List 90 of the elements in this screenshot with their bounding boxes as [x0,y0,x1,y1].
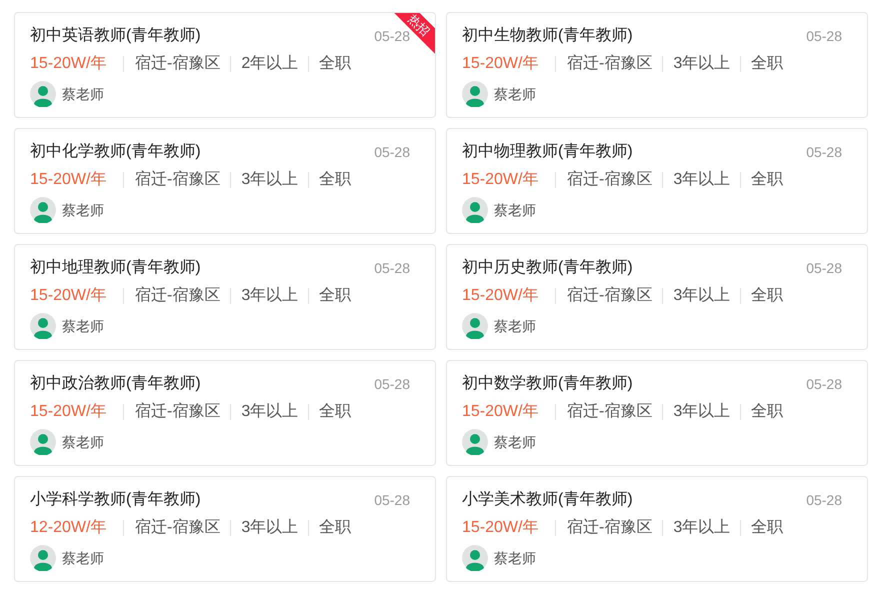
salary: 12-20W/年 [30,518,108,538]
contact-name: 蔡老师 [494,548,536,568]
job-title: 小学美术教师(青年教师) [462,490,633,510]
job-title: 初中政治教师(青年教师) [30,374,201,394]
avatar-icon [30,81,56,107]
salary: 15-20W/年 [462,518,540,538]
job-type: 全职 [319,402,352,422]
job-card[interactable]: 初中政治教师(青年教师) 05-28 15-20W/年 宿迁-宿豫区 3年以上 全职 蔡老师 [14,360,436,466]
job-type: 全职 [751,402,784,422]
job-card[interactable]: 初中数学教师(青年教师) 05-28 15-20W/年 宿迁-宿豫区 3年以上 全职 蔡老师 [446,360,868,466]
post-date: 05-28 [806,374,842,394]
experience: 3年以上 [673,170,730,190]
post-date: 05-28 [806,258,842,278]
avatar-icon [462,313,488,339]
job-title: 初中地理教师(青年教师) [30,258,201,278]
post-date: 05-28 [806,142,842,162]
experience: 3年以上 [673,402,730,422]
job-card[interactable]: 初中生物教师(青年教师) 05-28 15-20W/年 宿迁-宿豫区 3年以上 全职 蔡老师 [446,12,868,118]
salary: 15-20W/年 [30,402,108,422]
job-title: 小学科学教师(青年教师) [30,490,201,510]
experience: 3年以上 [673,54,730,74]
salary: 15-20W/年 [30,286,108,306]
location: 宿迁-宿豫区 [567,286,652,306]
avatar-icon [462,545,488,571]
location: 宿迁-宿豫区 [135,518,220,538]
experience: 3年以上 [241,518,298,538]
job-type: 全职 [751,54,784,74]
experience: 3年以上 [241,402,298,422]
experience: 3年以上 [673,518,730,538]
job-type: 全职 [751,286,784,306]
salary: 15-20W/年 [30,54,108,74]
location: 宿迁-宿豫区 [135,286,220,306]
job-card[interactable]: 初中化学教师(青年教师) 05-28 15-20W/年 宿迁-宿豫区 3年以上 全职 蔡老师 [14,128,436,234]
post-date: 05-28 [374,490,410,510]
contact-name: 蔡老师 [62,548,104,568]
post-date: 05-28 [374,258,410,278]
contact-name: 蔡老师 [494,316,536,336]
job-title: 初中历史教师(青年教师) [462,258,633,278]
location: 宿迁-宿豫区 [135,402,220,422]
avatar-icon [462,429,488,455]
post-date: 05-28 [806,26,842,46]
job-card[interactable]: 初中历史教师(青年教师) 05-28 15-20W/年 宿迁-宿豫区 3年以上 全职 蔡老师 [446,244,868,350]
job-title: 初中英语教师(青年教师) [30,26,201,46]
experience: 3年以上 [673,286,730,306]
location: 宿迁-宿豫区 [567,54,652,74]
job-title: 初中数学教师(青年教师) [462,374,633,394]
experience: 3年以上 [241,170,298,190]
salary: 15-20W/年 [462,402,540,422]
job-card[interactable]: 初中物理教师(青年教师) 05-28 15-20W/年 宿迁-宿豫区 3年以上 全职 蔡老师 [446,128,868,234]
job-card[interactable]: 初中地理教师(青年教师) 05-28 15-20W/年 宿迁-宿豫区 3年以上 全职 蔡老师 [14,244,436,350]
job-card[interactable]: 小学美术教师(青年教师) 05-28 15-20W/年 宿迁-宿豫区 3年以上 全职 蔡老师 [446,476,868,582]
location: 宿迁-宿豫区 [135,54,220,74]
job-card[interactable]: 小学科学教师(青年教师) 05-28 12-20W/年 宿迁-宿豫区 3年以上 全职 蔡老师 [14,476,436,582]
location: 宿迁-宿豫区 [567,518,652,538]
avatar-icon [462,197,488,223]
salary: 15-20W/年 [462,286,540,306]
salary: 15-20W/年 [30,170,108,190]
experience: 3年以上 [241,286,298,306]
location: 宿迁-宿豫区 [567,170,652,190]
salary: 15-20W/年 [462,170,540,190]
contact-name: 蔡老师 [62,316,104,336]
avatar-icon [462,81,488,107]
job-title: 初中物理教师(青年教师) [462,142,633,162]
contact-name: 蔡老师 [494,84,536,104]
job-card[interactable]: 热招 初中英语教师(青年教师) 05-28 15-20W/年 宿迁-宿豫区 2年以上 全职 蔡老师 [14,12,436,118]
post-date: 05-28 [806,490,842,510]
post-date: 05-28 [374,142,410,162]
location: 宿迁-宿豫区 [567,402,652,422]
contact-name: 蔡老师 [62,432,104,452]
avatar-icon [30,545,56,571]
job-type: 全职 [319,518,352,538]
job-type: 全职 [751,170,784,190]
job-type: 全职 [751,518,784,538]
salary: 15-20W/年 [462,54,540,74]
avatar-icon [30,429,56,455]
job-type: 全职 [319,54,352,74]
contact-name: 蔡老师 [62,84,104,104]
post-date: 05-28 [374,374,410,394]
job-title: 初中化学教师(青年教师) [30,142,201,162]
job-title: 初中生物教师(青年教师) [462,26,633,46]
job-type: 全职 [319,170,352,190]
avatar-icon [30,197,56,223]
contact-name: 蔡老师 [62,200,104,220]
post-date: 05-28 [374,28,410,46]
location: 宿迁-宿豫区 [135,170,220,190]
experience: 2年以上 [241,54,298,74]
avatar-icon [30,313,56,339]
job-type: 全职 [319,286,352,306]
contact-name: 蔡老师 [494,200,536,220]
contact-name: 蔡老师 [494,432,536,452]
